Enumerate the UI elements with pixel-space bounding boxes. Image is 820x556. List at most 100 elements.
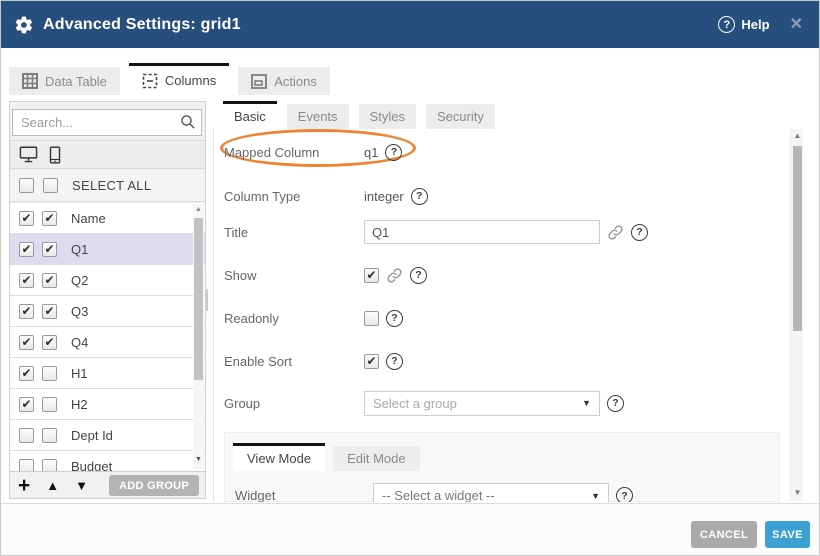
question-icon[interactable]: ? <box>386 353 403 370</box>
chevron-down-icon: ▼ <box>591 491 600 501</box>
enable-sort-checkbox[interactable]: ✔ <box>364 354 379 369</box>
list-item[interactable]: ✔✔Q1 <box>10 234 205 265</box>
move-up-button[interactable]: ▲ <box>46 479 59 492</box>
form-scrollbar[interactable]: ▲ ▼ <box>790 129 803 501</box>
scrollbar-thumb[interactable] <box>194 218 203 380</box>
row-checkbox[interactable]: ✔ <box>19 273 34 288</box>
tab-edit-mode[interactable]: Edit Mode <box>333 446 420 471</box>
subtab-styles[interactable]: Styles <box>359 104 416 129</box>
close-icon[interactable]: ✕ <box>790 17 803 33</box>
device-column-headers <box>10 140 205 169</box>
scroll-up-arrow[interactable]: ▲ <box>791 131 804 140</box>
scroll-down-arrow[interactable]: ▼ <box>193 454 204 466</box>
scroll-down-arrow[interactable]: ▼ <box>791 488 804 497</box>
select-all-desktop-checkbox[interactable] <box>19 178 34 193</box>
readonly-row: Readonly ? <box>224 305 403 331</box>
list-item[interactable]: ✔H1 <box>10 358 205 389</box>
columns-list-panel: SELECT ALL ✔✔Name✔✔Q1✔✔Q2✔✔Q3✔✔Q4✔H1✔H2D… <box>9 101 206 499</box>
panel-resize-handle[interactable] <box>206 289 211 311</box>
save-button[interactable]: SAVE <box>765 521 810 548</box>
add-column-button[interactable]: + <box>18 475 30 496</box>
row-checkbox[interactable] <box>42 459 57 472</box>
search-input[interactable] <box>12 109 202 136</box>
enable-sort-row: Enable Sort ✔ ? <box>224 348 403 374</box>
question-icon[interactable]: ? <box>631 224 648 241</box>
list-item-label: Q3 <box>71 304 88 319</box>
show-row: Show ✔ ? <box>224 262 427 288</box>
row-checkbox[interactable] <box>42 428 57 443</box>
question-icon[interactable]: ? <box>386 310 403 327</box>
row-checkbox[interactable] <box>19 459 34 472</box>
row-checkbox[interactable]: ✔ <box>19 397 34 412</box>
row-checkbox[interactable]: ✔ <box>42 304 57 319</box>
scrollbar-thumb[interactable] <box>793 146 802 331</box>
row-checkbox[interactable]: ✔ <box>42 335 57 350</box>
question-icon[interactable]: ? <box>616 487 633 502</box>
field-label: Widget <box>235 488 373 502</box>
row-checkbox[interactable]: ✔ <box>42 211 57 226</box>
columns-icon <box>142 73 158 89</box>
list-item[interactable]: Budget <box>10 451 205 471</box>
list-item[interactable]: ✔ ✔ Q3 <box>10 296 205 327</box>
table-icon <box>22 73 38 89</box>
tab-label: Data Table <box>45 74 107 89</box>
list-item[interactable]: ✔✔Q4 <box>10 327 205 358</box>
mobile-icon <box>49 146 61 164</box>
list-item[interactable]: Dept Id <box>10 420 205 451</box>
question-icon[interactable]: ? <box>385 144 402 161</box>
tab-view-mode[interactable]: View Mode <box>233 443 325 471</box>
desktop-icon <box>19 146 38 163</box>
row-checkbox[interactable]: ✔ <box>42 273 57 288</box>
group-select[interactable]: Select a group ▼ <box>364 391 600 416</box>
subtab-security[interactable]: Security <box>426 104 495 129</box>
question-icon[interactable]: ? <box>411 188 428 205</box>
row-checkbox[interactable]: ✔ <box>19 304 34 319</box>
row-checkbox[interactable] <box>42 366 57 381</box>
question-icon[interactable]: ? <box>607 395 624 412</box>
row-checkbox[interactable]: ✔ <box>19 211 34 226</box>
list-item[interactable]: ✔✔Name <box>10 203 205 234</box>
tab-columns[interactable]: Columns <box>129 63 229 95</box>
cancel-button[interactable]: CANCEL <box>691 521 757 548</box>
help-link[interactable]: Help <box>741 17 769 32</box>
readonly-checkbox[interactable] <box>364 311 379 326</box>
tab-actions[interactable]: Actions <box>238 67 330 95</box>
help-icon[interactable]: ? <box>718 16 735 33</box>
title-input[interactable] <box>364 220 600 244</box>
scroll-up-arrow[interactable]: ▲ <box>193 204 204 216</box>
row-checkbox[interactable]: ✔ <box>19 335 34 350</box>
link-icon[interactable] <box>386 267 403 284</box>
column-type-value: integer <box>364 189 404 204</box>
list-scrollbar[interactable]: ▲ ▼ <box>193 204 204 469</box>
subtab-basic[interactable]: Basic <box>223 101 277 129</box>
subtab-events[interactable]: Events <box>287 104 349 129</box>
widget-select[interactable]: -- Select a widget -- ▼ <box>373 483 609 502</box>
gear-icon <box>14 15 34 35</box>
field-label: Readonly <box>224 311 364 326</box>
row-checkbox[interactable]: ✔ <box>42 242 57 257</box>
row-checkbox[interactable]: ✔ <box>19 242 34 257</box>
column-type-row: Column Type integer ? <box>224 183 428 209</box>
move-down-button[interactable]: ▼ <box>75 479 88 492</box>
mapped-column-row: Mapped Column q1 ? <box>224 139 402 165</box>
show-checkbox[interactable]: ✔ <box>364 268 379 283</box>
row-checkbox[interactable]: ✔ <box>19 366 34 381</box>
mode-tab-bar: View Mode Edit Mode <box>233 443 420 471</box>
select-all-mobile-checkbox[interactable] <box>43 178 58 193</box>
question-icon[interactable]: ? <box>410 267 427 284</box>
field-label: Title <box>224 225 364 240</box>
field-label: Mapped Column <box>224 145 364 160</box>
list-item[interactable]: ✔✔Q2 <box>10 265 205 296</box>
list-item-label: Dept Id <box>71 428 113 443</box>
widget-select-value: -- Select a widget -- <box>382 488 495 502</box>
select-all-label: SELECT ALL <box>72 178 151 193</box>
dialog-title: Advanced Settings: grid1 <box>43 16 241 34</box>
field-label: Enable Sort <box>224 354 364 369</box>
row-checkbox[interactable] <box>19 428 34 443</box>
tab-data-table[interactable]: Data Table <box>9 67 120 95</box>
row-checkbox[interactable] <box>42 397 57 412</box>
list-item[interactable]: ✔H2 <box>10 389 205 420</box>
select-all-row[interactable]: SELECT ALL <box>10 170 205 202</box>
add-group-button[interactable]: ADD GROUP <box>109 475 199 496</box>
link-icon[interactable] <box>607 224 624 241</box>
